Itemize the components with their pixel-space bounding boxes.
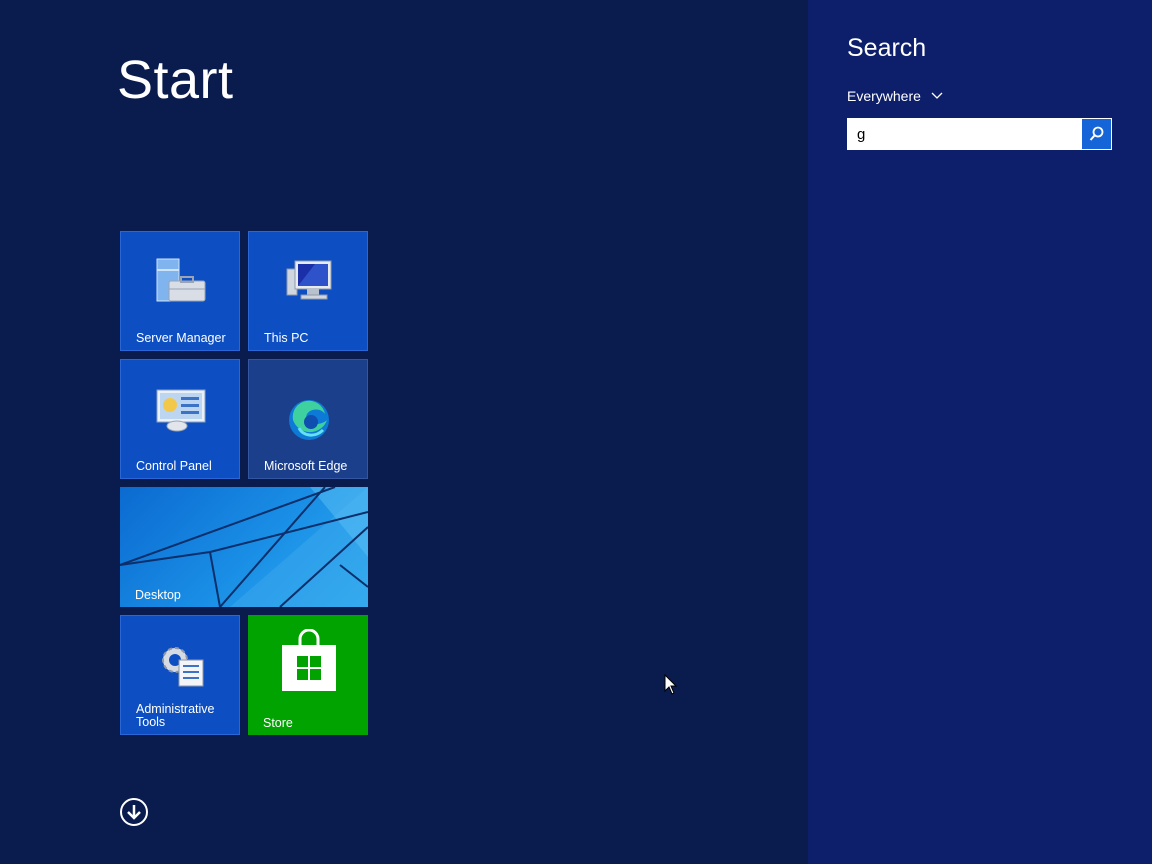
tile-microsoft-edge[interactable]: Microsoft Edge bbox=[248, 359, 368, 479]
arrow-down-circle-icon bbox=[127, 805, 141, 820]
tile-store[interactable]: Store bbox=[248, 615, 368, 735]
start-screen: Start Server Manager This PC Control Pan… bbox=[0, 0, 808, 864]
tile-this-pc[interactable]: This PC bbox=[248, 231, 368, 351]
computer-icon bbox=[285, 259, 335, 308]
magnifier-icon bbox=[1089, 126, 1104, 141]
tile-label-microsoft-edge: Microsoft Edge bbox=[264, 459, 348, 473]
search-button[interactable] bbox=[1082, 119, 1111, 149]
mouse-pointer-icon bbox=[664, 674, 678, 695]
tile-administrative-tools[interactable]: Administrative Tools bbox=[120, 615, 240, 735]
tile-label-server-manager: Server Manager bbox=[136, 331, 226, 345]
start-title: Start bbox=[117, 50, 234, 110]
search-input[interactable] bbox=[848, 119, 1082, 149]
tile-control-panel[interactable]: Control Panel bbox=[120, 359, 240, 479]
edge-icon bbox=[287, 398, 331, 447]
all-apps-button[interactable] bbox=[120, 798, 148, 826]
server-manager-icon bbox=[155, 257, 207, 310]
tile-label-store: Store bbox=[263, 716, 293, 730]
tile-label-desktop: Desktop bbox=[135, 588, 181, 602]
admin-tools-icon bbox=[157, 640, 207, 693]
search-title: Search bbox=[847, 34, 927, 62]
search-scope-dropdown[interactable]: Everywhere bbox=[847, 86, 943, 106]
tile-label-this-pc: This PC bbox=[264, 331, 309, 345]
tile-desktop[interactable]: Desktop bbox=[120, 487, 368, 607]
search-box bbox=[847, 118, 1112, 150]
search-scope-value: Everywhere bbox=[847, 88, 921, 104]
tile-server-manager[interactable]: Server Manager bbox=[120, 231, 240, 351]
tile-label-control-panel: Control Panel bbox=[136, 459, 212, 473]
chevron-down-icon bbox=[931, 92, 943, 99]
tile-label-administrative-tools: Administrative Tools bbox=[136, 702, 215, 729]
search-pane: Search Everywhere bbox=[808, 0, 1152, 864]
store-bag-icon bbox=[280, 628, 338, 700]
control-panel-icon bbox=[155, 388, 207, 437]
